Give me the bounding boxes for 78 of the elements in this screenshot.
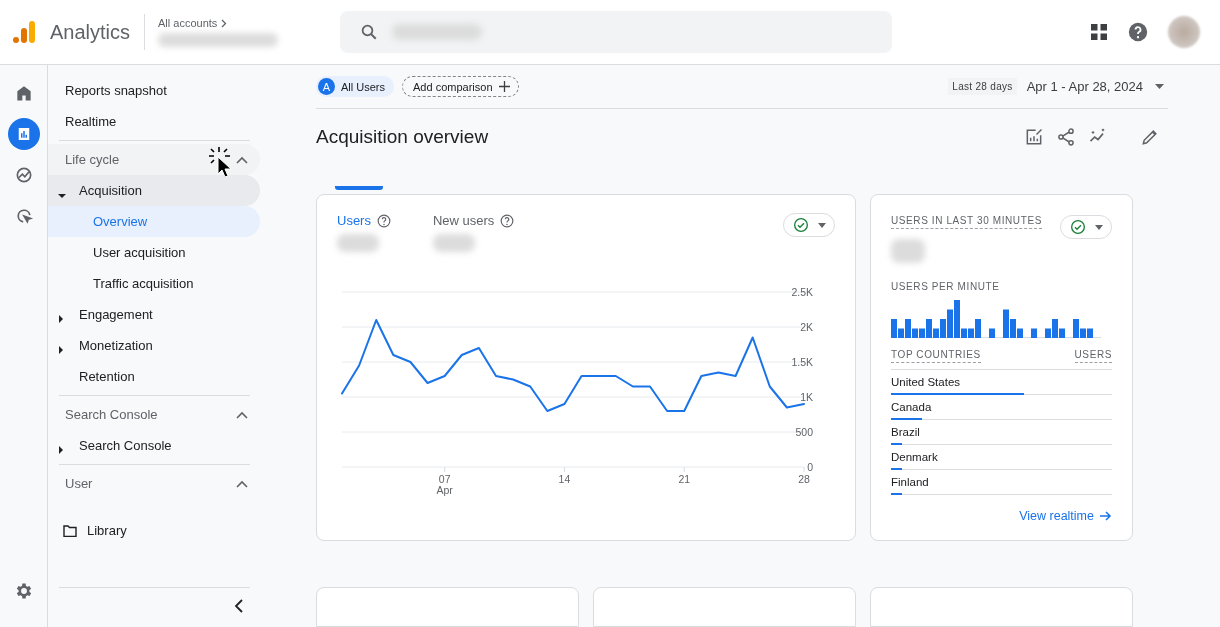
card-heading: USERS IN LAST 30 MINUTES xyxy=(891,215,1042,229)
caret-right-icon xyxy=(58,446,64,454)
plus-icon xyxy=(498,81,510,93)
caret-down-icon xyxy=(1094,224,1103,230)
breadcrumb-link[interactable]: All accounts xyxy=(158,17,341,29)
date-range-picker[interactable]: Apr 1 - Apr 28, 2024 xyxy=(1024,79,1168,95)
help-icon[interactable] xyxy=(376,213,391,228)
country-name: Brazil xyxy=(891,426,920,438)
country-name: United States xyxy=(891,376,961,388)
folder-icon xyxy=(63,524,77,537)
country-name: Canada xyxy=(891,401,932,413)
chevron-right-icon xyxy=(221,18,228,28)
check-circle-icon xyxy=(792,217,809,233)
section-header[interactable]: Search Console xyxy=(48,399,260,430)
nav-item[interactable]: Realtime xyxy=(48,106,260,137)
nav-item[interactable]: Acquisition xyxy=(48,175,260,206)
caret-right-icon xyxy=(58,315,64,323)
library-item[interactable]: Library xyxy=(48,515,260,546)
redacted-value xyxy=(432,234,475,252)
segment-badge: A xyxy=(318,78,335,96)
column-heading: USERS xyxy=(1074,349,1112,363)
tab-indicator xyxy=(335,186,383,190)
help-icon[interactable] xyxy=(1128,22,1148,42)
column-heading: TOP COUNTRIES xyxy=(891,349,981,363)
section-header[interactable]: User xyxy=(48,468,260,499)
nav-item[interactable]: Overview xyxy=(48,206,260,237)
y-tick-label: 1K xyxy=(800,391,813,403)
segment-label: All Users xyxy=(341,80,385,93)
range-label: Last 28 days xyxy=(948,78,1017,96)
caret-down-icon xyxy=(58,193,66,199)
country-name: Finland xyxy=(891,476,929,488)
nav-item[interactable]: Traffic acquisition xyxy=(48,268,260,299)
y-tick-label: 2K xyxy=(800,321,813,333)
chevron-up-icon[interactable] xyxy=(236,479,248,488)
nav-item[interactable]: User acquisition xyxy=(48,237,260,268)
caret-down-icon xyxy=(1155,84,1164,90)
section-header[interactable]: Life cycle xyxy=(48,144,260,175)
search-field[interactable] xyxy=(340,11,893,53)
caret-right-icon xyxy=(58,346,64,354)
nav-item[interactable]: Retention xyxy=(48,361,260,392)
section-title: Search Console xyxy=(65,407,158,422)
chevron-up-icon[interactable] xyxy=(236,155,248,164)
page-title: Acquisition overview xyxy=(316,125,489,148)
x-tick-label: 14 xyxy=(558,473,571,485)
card-subheading: USERS PER MINUTE xyxy=(891,281,1001,292)
collapse-chevron-icon[interactable] xyxy=(234,599,244,613)
arrow-right-icon xyxy=(1100,510,1112,522)
caret-down-icon xyxy=(817,222,826,228)
chevron-up-icon[interactable] xyxy=(236,410,248,419)
y-tick-label: 2.5K xyxy=(791,286,813,298)
nav-item[interactable]: Reports snapshot xyxy=(48,75,260,106)
redacted-value xyxy=(337,234,379,252)
search-icon xyxy=(360,23,379,41)
help-icon[interactable] xyxy=(500,213,515,228)
product-name: Analytics xyxy=(50,20,131,44)
check-circle-icon xyxy=(1069,219,1086,235)
metric-tab[interactable]: New users xyxy=(432,213,515,252)
customize-report-icon xyxy=(1024,126,1044,147)
rail-button[interactable] xyxy=(7,118,40,150)
section-title: Life cycle xyxy=(65,152,120,167)
y-tick-label: 1.5K xyxy=(791,356,813,368)
y-tick-label: 0 xyxy=(807,461,813,473)
country-name: Denmark xyxy=(891,451,938,463)
nav-item[interactable]: Engagement xyxy=(48,299,260,330)
nav-item[interactable]: Search Console xyxy=(48,430,260,461)
share-icon xyxy=(1056,126,1076,147)
apps-grid-icon[interactable] xyxy=(1090,23,1108,41)
metric-tab[interactable]: Users xyxy=(337,213,391,252)
logo-icon xyxy=(12,20,36,44)
segment-chip[interactable]: A All Users xyxy=(316,76,394,98)
section-title: User xyxy=(65,476,93,491)
view-realtime-link[interactable]: View realtime xyxy=(1019,509,1112,523)
y-tick-label: 500 xyxy=(795,426,813,438)
x-tick-label: 07 Apr xyxy=(436,473,453,496)
x-tick-label: 28 xyxy=(798,473,810,485)
nav-item[interactable]: Monetization xyxy=(48,330,260,361)
redacted-value xyxy=(891,239,925,263)
x-tick-label: 21 xyxy=(678,473,691,485)
